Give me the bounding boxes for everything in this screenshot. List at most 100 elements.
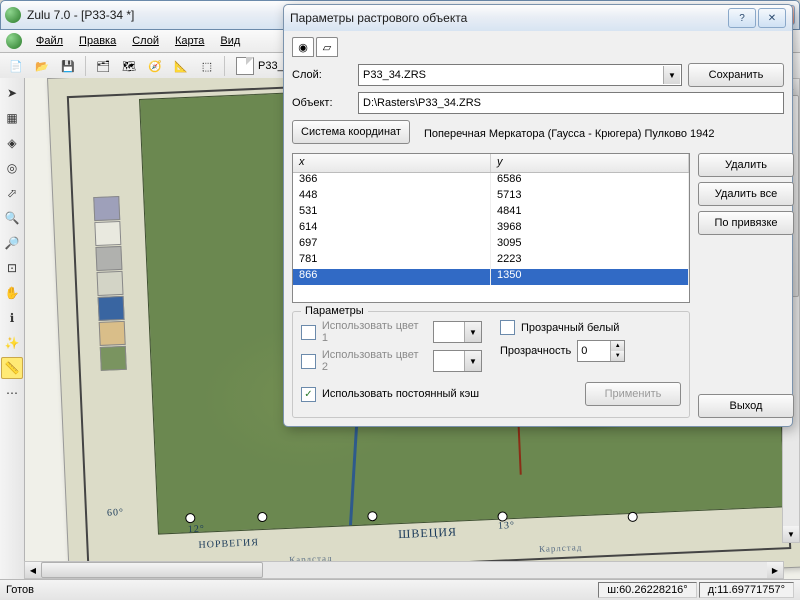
coord-system-button[interactable]: Система координат <box>292 120 410 144</box>
menu-view[interactable]: Вид <box>214 33 246 49</box>
menu-map[interactable]: Карта <box>169 33 210 49</box>
dialog-tab-general-icon[interactable]: ◉ <box>292 37 314 57</box>
cell-x: 366 <box>293 173 491 189</box>
table-row[interactable]: 5314841 <box>293 205 689 221</box>
tool-zoom-box-icon[interactable]: ⊡ <box>1 257 23 279</box>
dialog-help-button[interactable]: ? <box>728 8 756 28</box>
app-icon <box>5 7 21 23</box>
horizontal-scrollbar[interactable]: ◀ ▶ <box>24 561 784 579</box>
map-label-lon13: 13° <box>498 520 515 532</box>
table-row[interactable]: 3666586 <box>293 173 689 189</box>
dialog-tab-bounds-icon[interactable]: ▱ <box>316 37 338 57</box>
tool-save-icon[interactable]: 💾 <box>56 54 80 78</box>
tool-ruler-icon[interactable]: 📏 <box>1 357 23 379</box>
apply-button[interactable]: Применить <box>585 382 681 406</box>
col-x[interactable]: x <box>293 154 491 172</box>
object-value: D:\Rasters\P33_34.ZRS <box>363 97 481 109</box>
use-color2-checkbox[interactable] <box>301 354 316 369</box>
tool-layer2-icon[interactable]: 🗺 <box>117 54 141 78</box>
cell-y: 5713 <box>491 189 689 205</box>
scroll-down-icon[interactable]: ▼ <box>783 526 799 542</box>
tool-layer3-icon[interactable]: 🧭 <box>143 54 167 78</box>
transparency-label: Прозрачность <box>500 345 571 357</box>
tool-info-icon[interactable]: ℹ <box>1 307 23 329</box>
use-cache-checkbox[interactable]: ✓ <box>301 387 316 402</box>
object-field[interactable]: D:\Rasters\P33_34.ZRS <box>358 92 784 114</box>
table-row[interactable]: 6143968 <box>293 221 689 237</box>
layer-value: P33_34.ZRS <box>363 69 426 81</box>
params-legend: Параметры <box>301 305 368 317</box>
delete-button[interactable]: Удалить <box>698 153 794 177</box>
scroll-left-icon[interactable]: ◀ <box>25 562 41 578</box>
status-ready: Готов <box>6 584 598 596</box>
left-toolbox: ➤ ▦ ◈ ◎ ⬀ 🔍 🔎 ⊡ ✋ ℹ ✨ 📏 ⋯ <box>0 78 25 580</box>
menu-file[interactable]: Файл <box>30 33 69 49</box>
coords-table[interactable]: x y 366658644857135314841614396869730957… <box>292 153 690 303</box>
cell-x: 866 <box>293 269 491 285</box>
status-lat: ш:60.26228216° <box>598 582 697 598</box>
chevron-down-icon[interactable]: ▼ <box>663 66 680 84</box>
cell-x: 781 <box>293 253 491 269</box>
tool-misc-icon[interactable]: ⋯ <box>1 382 23 404</box>
tool-pointer-icon[interactable]: ➤ <box>1 82 23 104</box>
tool-effects-icon[interactable]: ✨ <box>1 332 23 354</box>
tool-select-arrow-icon[interactable]: ⬀ <box>1 182 23 204</box>
spin-up-icon[interactable]: ▲ <box>610 341 624 351</box>
cell-y: 3095 <box>491 237 689 253</box>
params-group: Параметры Использовать цвет 1 ▼ Использо… <box>292 311 690 418</box>
doc-sys-icon[interactable] <box>6 33 22 49</box>
cell-x: 614 <box>293 221 491 237</box>
projection-text: Поперечная Меркатора (Гаусса - Крюгера) … <box>424 125 784 140</box>
layer-label: Слой: <box>292 69 352 81</box>
tool-zoom-out-icon[interactable]: 🔎 <box>1 232 23 254</box>
tool-new-icon[interactable]: 📄 <box>4 54 28 78</box>
object-label: Объект: <box>292 97 352 109</box>
color1-picker[interactable]: ▼ <box>433 321 482 343</box>
use-color1-label: Использовать цвет 1 <box>322 320 427 344</box>
by-binding-button[interactable]: По привязке <box>698 211 794 235</box>
table-row[interactable]: 4485713 <box>293 189 689 205</box>
delete-all-button[interactable]: Удалить все <box>698 182 794 206</box>
use-cache-label: Использовать постоянный кэш <box>322 388 479 400</box>
table-row[interactable]: 8661350 <box>293 269 689 285</box>
tool-layer1-icon[interactable]: 🗂 <box>91 54 115 78</box>
cell-y: 3968 <box>491 221 689 237</box>
save-button[interactable]: Сохранить <box>688 63 784 87</box>
map-label-country2: ШВЕЦИЯ <box>398 525 457 543</box>
use-color1-checkbox[interactable] <box>301 325 316 340</box>
exit-button[interactable]: Выход <box>698 394 794 418</box>
tool-layer4-icon[interactable]: 📐 <box>169 54 193 78</box>
cell-y: 4841 <box>491 205 689 221</box>
transparency-input[interactable]: 0 ▲▼ <box>577 340 625 362</box>
tool-select-rect-icon[interactable]: ▦ <box>1 107 23 129</box>
tool-pan-icon[interactable]: ✋ <box>1 282 23 304</box>
menu-edit[interactable]: Правка <box>73 33 122 49</box>
table-row[interactable]: 6973095 <box>293 237 689 253</box>
tool-open-icon[interactable]: 📂 <box>30 54 54 78</box>
document-icon <box>236 57 254 75</box>
use-color2-label: Использовать цвет 2 <box>322 349 427 373</box>
map-label-lat60: 60° <box>107 507 124 519</box>
color2-picker[interactable]: ▼ <box>433 350 482 372</box>
transparent-white-checkbox[interactable] <box>500 320 515 335</box>
tool-layer5-icon[interactable]: ⬚ <box>195 54 219 78</box>
scroll-right-icon[interactable]: ▶ <box>767 562 783 578</box>
tool-zoom-in-icon[interactable]: 🔍 <box>1 207 23 229</box>
col-y[interactable]: y <box>491 154 689 172</box>
layer-combo[interactable]: P33_34.ZRS ▼ <box>358 64 682 86</box>
dialog-titlebar[interactable]: Параметры растрового объекта ? ✕ <box>284 5 792 31</box>
scroll-h-thumb[interactable] <box>41 562 263 578</box>
statusbar: Готов ш:60.26228216° д:11.69771757° <box>0 579 800 600</box>
dialog-title: Параметры растрового объекта <box>290 11 728 25</box>
tool-select-poly-icon[interactable]: ◈ <box>1 132 23 154</box>
cell-y: 2223 <box>491 253 689 269</box>
table-row[interactable]: 7812223 <box>293 253 689 269</box>
map-label-lon12: 12° <box>188 524 205 536</box>
map-label-city2: Карлстад <box>539 542 583 554</box>
status-lon: д:11.69771757° <box>699 582 794 598</box>
spin-down-icon[interactable]: ▼ <box>610 351 624 361</box>
tool-select-circle-icon[interactable]: ◎ <box>1 157 23 179</box>
cell-y: 1350 <box>491 269 689 285</box>
dialog-close-button[interactable]: ✕ <box>758 8 786 28</box>
menu-layer[interactable]: Слой <box>126 33 165 49</box>
